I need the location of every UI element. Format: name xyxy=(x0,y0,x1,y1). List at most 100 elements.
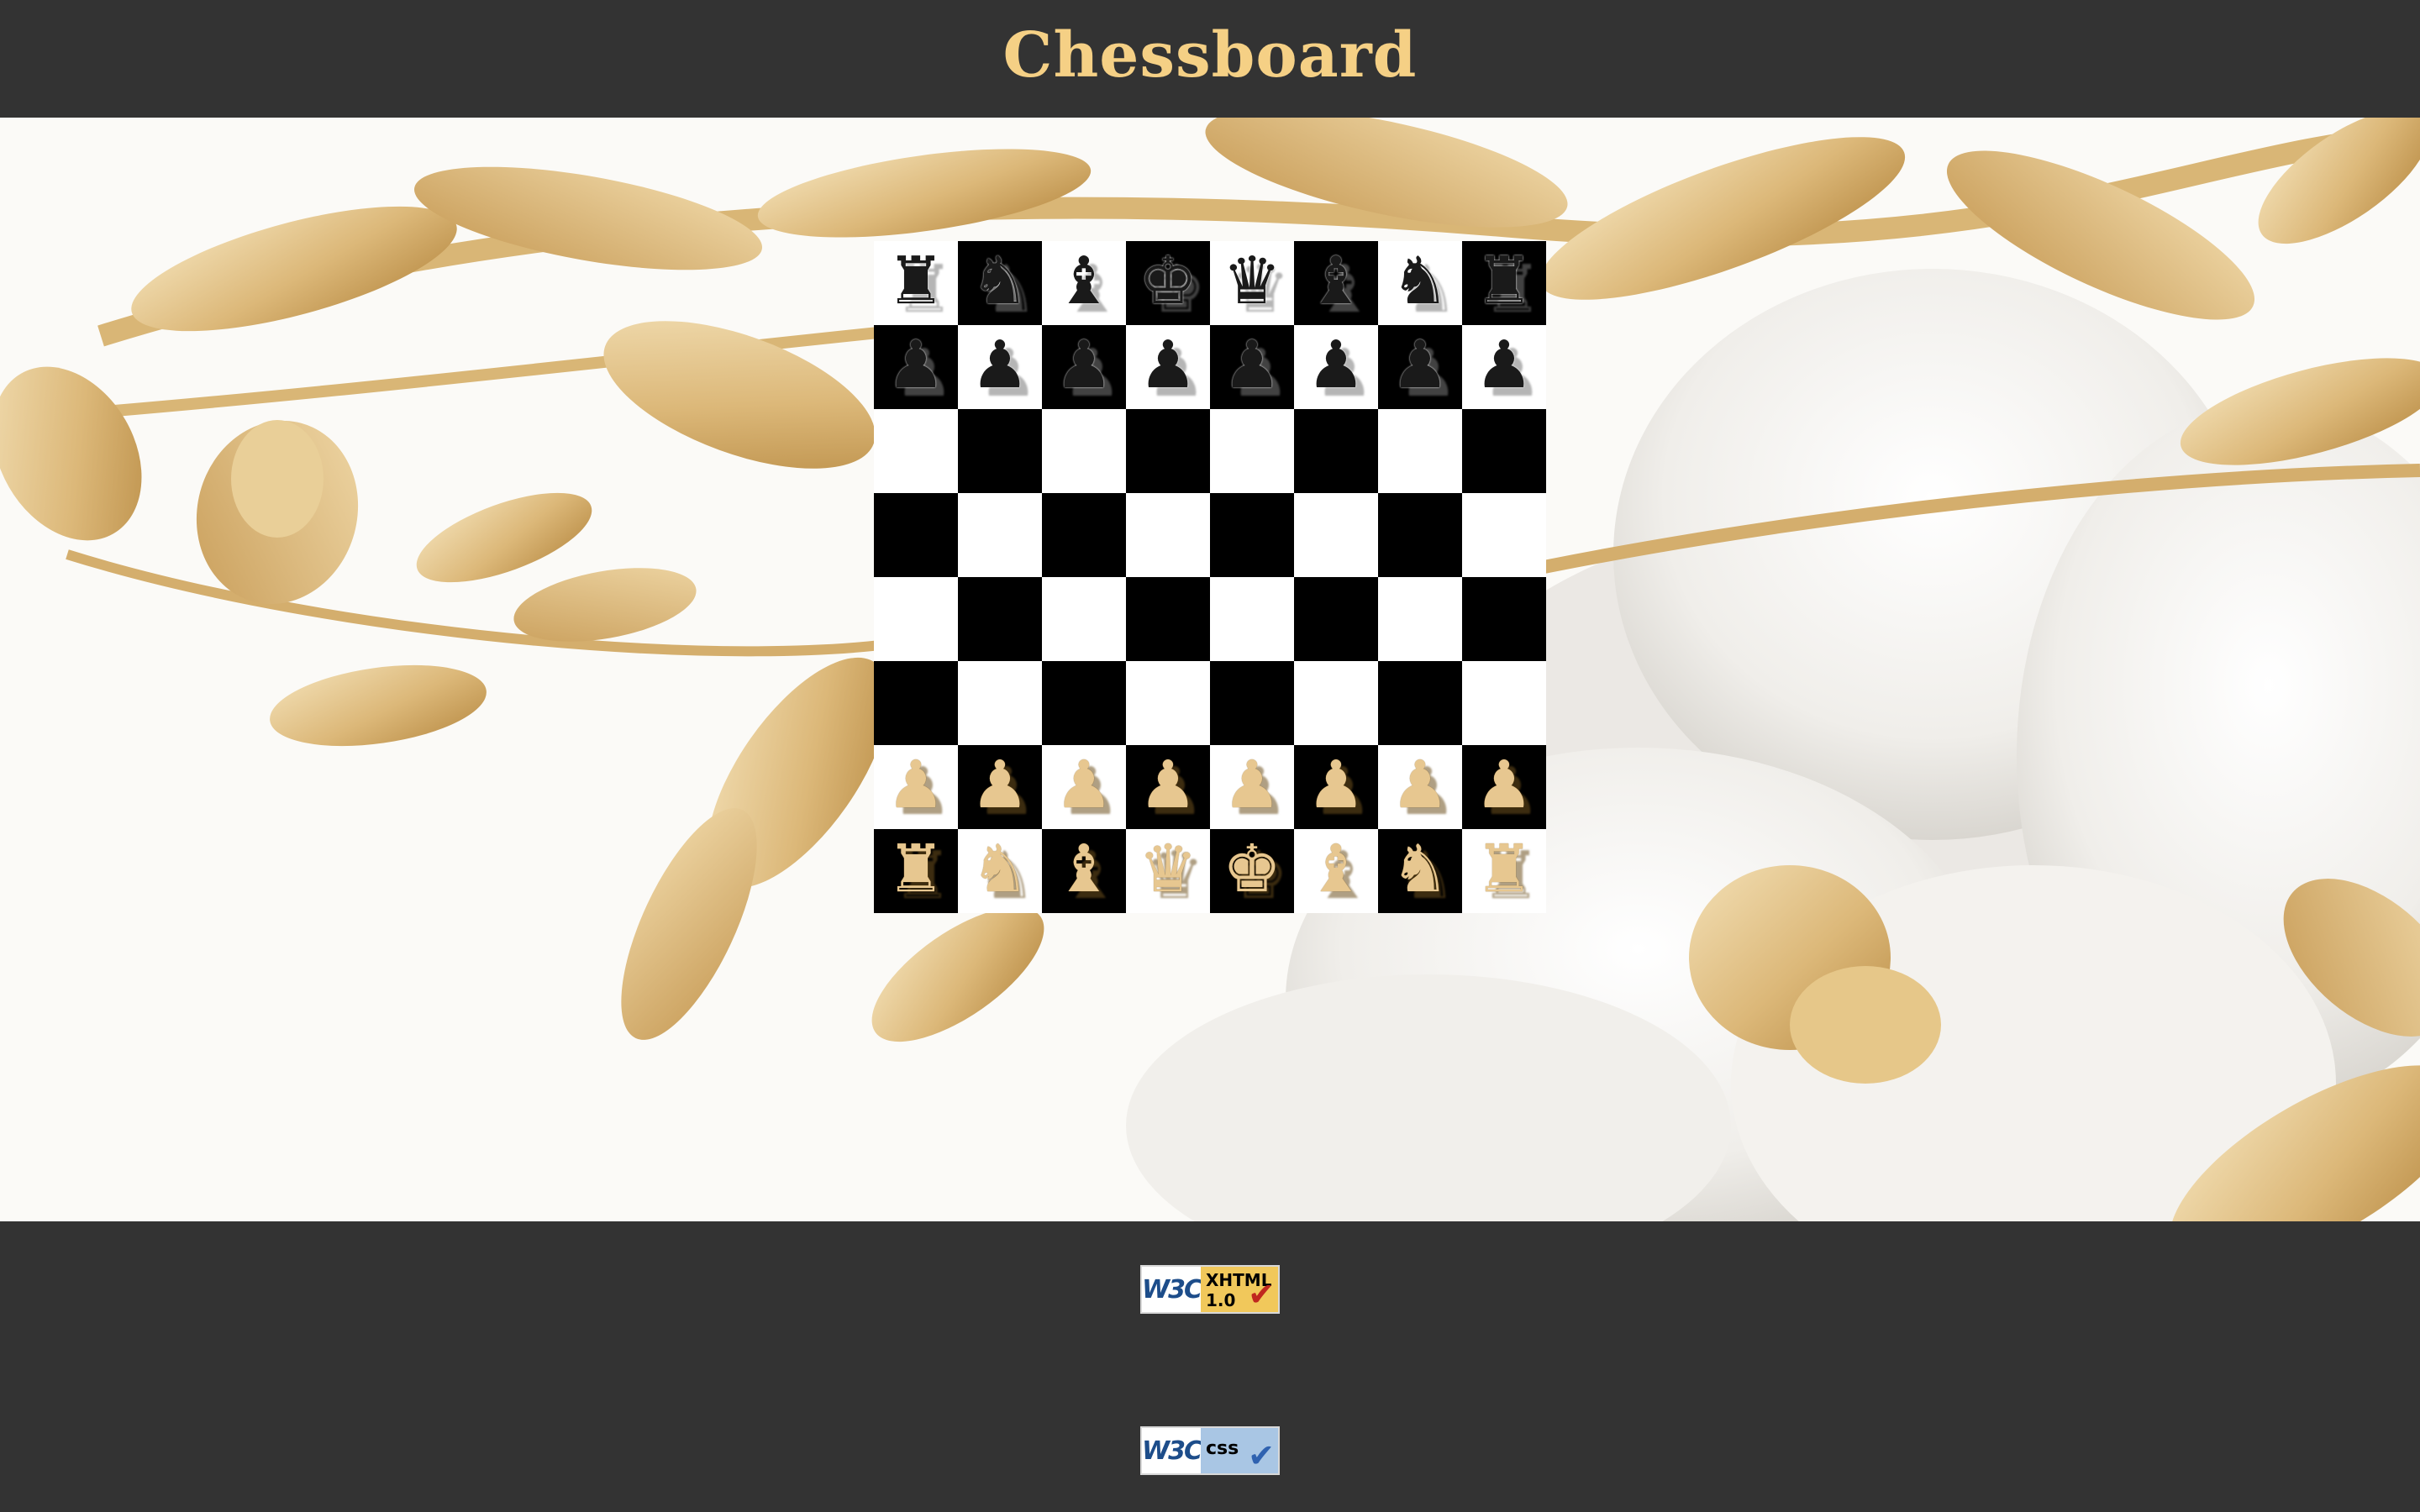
square-c4[interactable] xyxy=(1042,577,1126,661)
square-e8[interactable]: ♛ xyxy=(1210,241,1294,325)
square-d1[interactable]: ♛ xyxy=(1126,829,1210,913)
black-pawn-icon[interactable]: ♟ xyxy=(1475,333,1534,398)
white-queen-icon[interactable]: ♛ xyxy=(1139,837,1197,902)
square-h2[interactable]: ♟ xyxy=(1462,745,1546,829)
square-c5[interactable] xyxy=(1042,493,1126,577)
square-b3[interactable] xyxy=(958,661,1042,745)
white-pawn-icon[interactable]: ♟ xyxy=(886,753,945,818)
black-pawn-icon[interactable]: ♟ xyxy=(1391,333,1449,398)
white-pawn-icon[interactable]: ♟ xyxy=(1307,753,1365,818)
square-g3[interactable] xyxy=(1378,661,1462,745)
black-rook-icon[interactable]: ♜ xyxy=(1475,249,1534,314)
square-b4[interactable] xyxy=(958,577,1042,661)
square-h8[interactable]: ♜ xyxy=(1462,241,1546,325)
square-h4[interactable] xyxy=(1462,577,1546,661)
square-b7[interactable]: ♟ xyxy=(958,325,1042,409)
black-bishop-icon[interactable]: ♝ xyxy=(1307,249,1365,314)
square-h5[interactable] xyxy=(1462,493,1546,577)
square-f6[interactable] xyxy=(1294,409,1378,493)
square-c2[interactable]: ♟ xyxy=(1042,745,1126,829)
w3c-logo: W3C xyxy=(1142,1428,1202,1473)
white-pawn-icon[interactable]: ♟ xyxy=(971,753,1029,818)
square-g7[interactable]: ♟ xyxy=(1378,325,1462,409)
square-d5[interactable] xyxy=(1126,493,1210,577)
square-e7[interactable]: ♟ xyxy=(1210,325,1294,409)
square-f4[interactable] xyxy=(1294,577,1378,661)
square-c1[interactable]: ♝ xyxy=(1042,829,1126,913)
black-pawn-icon[interactable]: ♟ xyxy=(1055,333,1113,398)
black-knight-icon[interactable]: ♞ xyxy=(971,249,1029,314)
white-knight-icon[interactable]: ♞ xyxy=(1391,837,1449,902)
square-a2[interactable]: ♟ xyxy=(874,745,958,829)
square-c8[interactable]: ♝ xyxy=(1042,241,1126,325)
square-e1[interactable]: ♚ xyxy=(1210,829,1294,913)
square-a7[interactable]: ♟ xyxy=(874,325,958,409)
square-d8[interactable]: ♚ xyxy=(1126,241,1210,325)
square-b1[interactable]: ♞ xyxy=(958,829,1042,913)
white-pawn-icon[interactable]: ♟ xyxy=(1139,753,1197,818)
white-bishop-icon[interactable]: ♝ xyxy=(1055,837,1113,902)
white-knight-icon[interactable]: ♞ xyxy=(971,837,1029,902)
square-f8[interactable]: ♝ xyxy=(1294,241,1378,325)
square-f5[interactable] xyxy=(1294,493,1378,577)
square-a3[interactable] xyxy=(874,661,958,745)
white-pawn-icon[interactable]: ♟ xyxy=(1475,753,1534,818)
black-pawn-icon[interactable]: ♟ xyxy=(1307,333,1365,398)
square-d7[interactable]: ♟ xyxy=(1126,325,1210,409)
checkmark-icon: ✔ xyxy=(1248,1276,1275,1313)
square-a1[interactable]: ♜ xyxy=(874,829,958,913)
square-a5[interactable] xyxy=(874,493,958,577)
white-pawn-icon[interactable]: ♟ xyxy=(1223,753,1281,818)
black-pawn-icon[interactable]: ♟ xyxy=(1139,333,1197,398)
square-d2[interactable]: ♟ xyxy=(1126,745,1210,829)
black-pawn-icon[interactable]: ♟ xyxy=(886,333,945,398)
square-e3[interactable] xyxy=(1210,661,1294,745)
valid-css-badge[interactable]: W3C css ✔ xyxy=(1140,1426,1280,1475)
black-king-icon[interactable]: ♚ xyxy=(1139,249,1197,314)
square-g5[interactable] xyxy=(1378,493,1462,577)
square-c6[interactable] xyxy=(1042,409,1126,493)
square-g2[interactable]: ♟ xyxy=(1378,745,1462,829)
square-d3[interactable] xyxy=(1126,661,1210,745)
white-king-icon[interactable]: ♚ xyxy=(1223,837,1281,902)
valid-xhtml-badge[interactable]: W3C XHTML 1.0 ✔ xyxy=(1140,1265,1280,1314)
square-d4[interactable] xyxy=(1126,577,1210,661)
square-c7[interactable]: ♟ xyxy=(1042,325,1126,409)
square-b2[interactable]: ♟ xyxy=(958,745,1042,829)
square-g4[interactable] xyxy=(1378,577,1462,661)
white-rook-icon[interactable]: ♜ xyxy=(1475,837,1534,902)
square-f7[interactable]: ♟ xyxy=(1294,325,1378,409)
square-f1[interactable]: ♝ xyxy=(1294,829,1378,913)
square-c3[interactable] xyxy=(1042,661,1126,745)
black-pawn-icon[interactable]: ♟ xyxy=(971,333,1029,398)
square-d6[interactable] xyxy=(1126,409,1210,493)
square-a8[interactable]: ♜ xyxy=(874,241,958,325)
square-h3[interactable] xyxy=(1462,661,1546,745)
black-queen-icon[interactable]: ♛ xyxy=(1223,249,1281,314)
white-bishop-icon[interactable]: ♝ xyxy=(1307,837,1365,902)
square-b5[interactable] xyxy=(958,493,1042,577)
white-rook-icon[interactable]: ♜ xyxy=(886,837,945,902)
black-rook-icon[interactable]: ♜ xyxy=(886,249,945,314)
square-e4[interactable] xyxy=(1210,577,1294,661)
square-g6[interactable] xyxy=(1378,409,1462,493)
square-f3[interactable] xyxy=(1294,661,1378,745)
square-e2[interactable]: ♟ xyxy=(1210,745,1294,829)
square-e5[interactable] xyxy=(1210,493,1294,577)
square-h6[interactable] xyxy=(1462,409,1546,493)
square-h7[interactable]: ♟ xyxy=(1462,325,1546,409)
square-g8[interactable]: ♞ xyxy=(1378,241,1462,325)
black-pawn-icon[interactable]: ♟ xyxy=(1223,333,1281,398)
white-pawn-icon[interactable]: ♟ xyxy=(1391,753,1449,818)
square-a4[interactable] xyxy=(874,577,958,661)
square-g1[interactable]: ♞ xyxy=(1378,829,1462,913)
square-e6[interactable] xyxy=(1210,409,1294,493)
square-b8[interactable]: ♞ xyxy=(958,241,1042,325)
square-h1[interactable]: ♜ xyxy=(1462,829,1546,913)
square-f2[interactable]: ♟ xyxy=(1294,745,1378,829)
square-a6[interactable] xyxy=(874,409,958,493)
black-bishop-icon[interactable]: ♝ xyxy=(1055,249,1113,314)
square-b6[interactable] xyxy=(958,409,1042,493)
black-knight-icon[interactable]: ♞ xyxy=(1391,249,1449,314)
white-pawn-icon[interactable]: ♟ xyxy=(1055,753,1113,818)
